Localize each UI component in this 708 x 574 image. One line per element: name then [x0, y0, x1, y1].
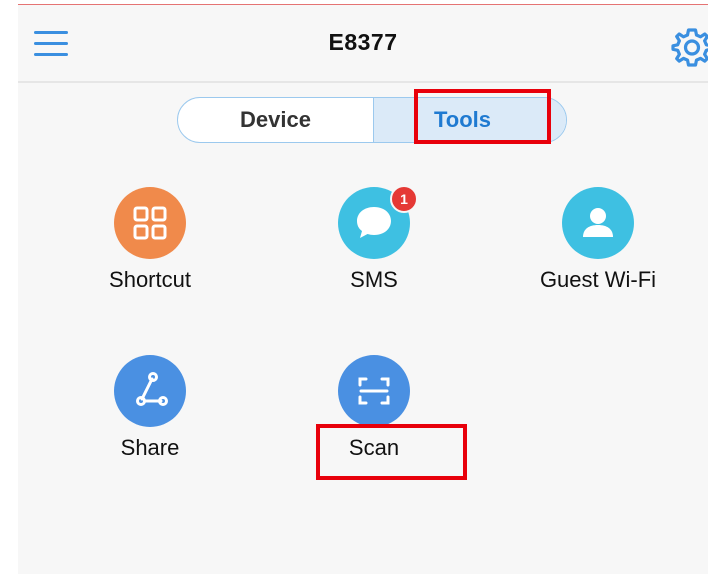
guest-wifi-icon-circle [562, 187, 634, 259]
share-icon [136, 372, 168, 406]
tool-guest-wifi[interactable]: Guest Wi-Fi [488, 187, 708, 317]
scan-icon [358, 377, 390, 405]
person-icon [583, 208, 613, 237]
tool-scan[interactable]: Scan [264, 355, 484, 485]
tab-device[interactable]: Device [178, 98, 373, 142]
tool-sms[interactable]: 1 SMS [264, 185, 484, 317]
shortcut-icon-circle [114, 187, 186, 259]
tool-shortcut[interactable]: Shortcut [40, 187, 260, 317]
tool-label: Guest Wi-Fi [539, 267, 657, 292]
page-title: E8377 [328, 29, 398, 55]
tab-tools[interactable]: Tools [373, 98, 566, 142]
view-switcher: Device Tools [177, 97, 567, 143]
tool-label: Scan [348, 435, 400, 460]
header-bar: E8377 [18, 5, 708, 83]
tool-label: Shortcut [109, 267, 191, 292]
grid-icon [133, 206, 167, 240]
tool-share[interactable]: Share [40, 355, 260, 485]
gear-icon [671, 28, 708, 67]
tab-tools-label: Tools [434, 107, 492, 132]
unread-badge: 1 [390, 185, 418, 213]
app-frame: E8377 Device Tools Shortcut 1 SMS Guest … [18, 4, 708, 574]
tool-label: SMS [350, 267, 398, 292]
tool-label: Share [120, 435, 180, 460]
scan-icon-circle [338, 355, 410, 427]
share-icon-circle [114, 355, 186, 427]
sms-icon-circle: 1 [338, 185, 418, 259]
tab-device-label: Device [240, 107, 311, 132]
settings-button[interactable] [670, 25, 708, 69]
